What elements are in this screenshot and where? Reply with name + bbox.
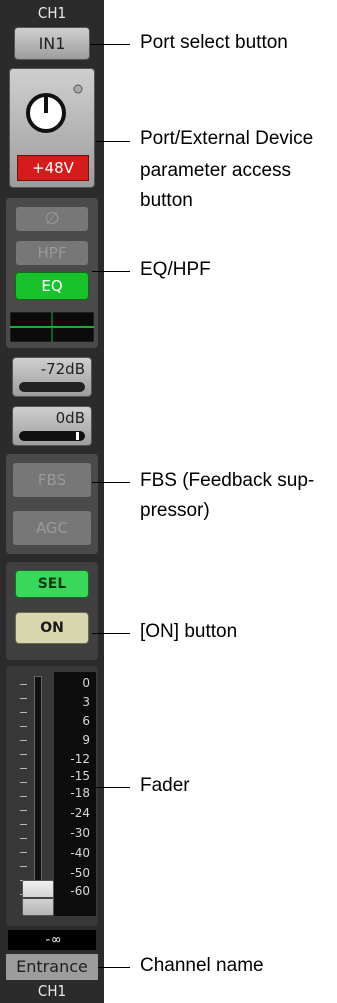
callout-port-external-line1: Port/External Device <box>140 128 314 149</box>
callout-port-external-line2: parameter access <box>140 160 292 181</box>
phase-button[interactable]: ∅ <box>15 206 89 232</box>
fader-scale-label: -15 <box>70 769 90 783</box>
leader-line <box>96 141 130 142</box>
fader-tick <box>20 740 27 741</box>
fader-scale-label: -30 <box>70 826 90 840</box>
fader-knob-line <box>23 897 53 899</box>
knob-icon <box>26 84 83 133</box>
leader-line <box>92 271 130 272</box>
gain-bar <box>19 382 85 392</box>
hpf-button[interactable]: HPF <box>15 240 89 266</box>
level-marker <box>76 432 79 440</box>
leader-line <box>92 482 130 483</box>
callout-port-external-line3: button <box>140 190 193 211</box>
callout-channel-name: Channel name <box>140 955 264 976</box>
fbs-agc-section: FBS AGC <box>6 454 98 554</box>
fader-scale-label: -50 <box>70 866 90 880</box>
channel-number-bottom-label: CH1 <box>37 982 67 1000</box>
fader-tick <box>20 698 27 699</box>
callout-eq-hpf: EQ/HPF <box>140 259 211 280</box>
fader-scale-label: 0 <box>82 676 90 690</box>
fader-tick <box>20 796 27 797</box>
channel-strip: CH1 IN1 +48V ∅ HPF EQ -72dB 0dB FBS AGC … <box>0 0 104 1003</box>
gain-control[interactable]: -72dB <box>12 357 92 397</box>
agc-button[interactable]: AGC <box>12 510 92 546</box>
fader-section: 0 3 6 9 -12 -15 -18 -24 -30 -40 -50 -60 <box>6 666 98 926</box>
fader-scale-label: -18 <box>70 786 90 800</box>
level-control[interactable]: 0dB <box>12 406 92 446</box>
leader-line <box>96 787 130 788</box>
sel-button[interactable]: SEL <box>15 570 89 598</box>
fader-tick <box>20 768 27 769</box>
leader-line <box>90 44 130 45</box>
callout-fbs-line2: pressor) <box>140 500 210 521</box>
callout-on-button: [ON] button <box>140 621 238 642</box>
fbs-button[interactable]: FBS <box>12 462 92 498</box>
callout-fbs-line1: FBS (Feedback sup- <box>140 470 315 491</box>
fader-tick <box>20 726 27 727</box>
fader-scale-label: 9 <box>82 733 90 747</box>
fader-scale-label: -24 <box>70 806 90 820</box>
fader-value-display: -∞ <box>8 930 96 950</box>
port-external-device-button[interactable]: +48V <box>9 68 95 188</box>
channel-name-field[interactable]: Entrance <box>6 954 98 980</box>
fader-scale-label: 6 <box>82 714 90 728</box>
callout-port-select: Port select button <box>140 32 288 53</box>
level-bar <box>19 431 85 441</box>
leader-line <box>98 967 130 968</box>
fader-scale-label: -40 <box>70 846 90 860</box>
fader-tick <box>20 810 27 811</box>
fader-scale-label: -60 <box>70 884 90 898</box>
sel-on-section: SEL ON <box>6 562 98 660</box>
on-button[interactable]: ON <box>15 612 89 644</box>
fader-scale-label: 3 <box>82 695 90 709</box>
eq-button[interactable]: EQ <box>15 272 89 300</box>
fader-tick <box>20 838 27 839</box>
fader-tick <box>20 782 27 783</box>
channel-number-label: CH1 <box>37 4 67 22</box>
fader-tick <box>20 712 27 713</box>
leader-line <box>92 633 130 634</box>
phantom-power-indicator: +48V <box>17 155 89 181</box>
fader-tick <box>20 684 27 685</box>
port-select-button[interactable]: IN1 <box>14 27 90 60</box>
fader-tick <box>20 824 27 825</box>
eq-curve-display[interactable] <box>10 312 94 342</box>
fader-knob[interactable] <box>22 880 54 916</box>
fader-scale-label: -12 <box>70 752 90 766</box>
fader-tick <box>20 754 27 755</box>
fader-tick <box>20 852 27 853</box>
eq-hpf-section[interactable]: ∅ HPF EQ <box>6 198 98 348</box>
gain-value: -72dB <box>40 360 85 378</box>
level-value: 0dB <box>55 409 85 427</box>
callout-fader: Fader <box>140 775 190 796</box>
fader-tick <box>20 866 27 867</box>
